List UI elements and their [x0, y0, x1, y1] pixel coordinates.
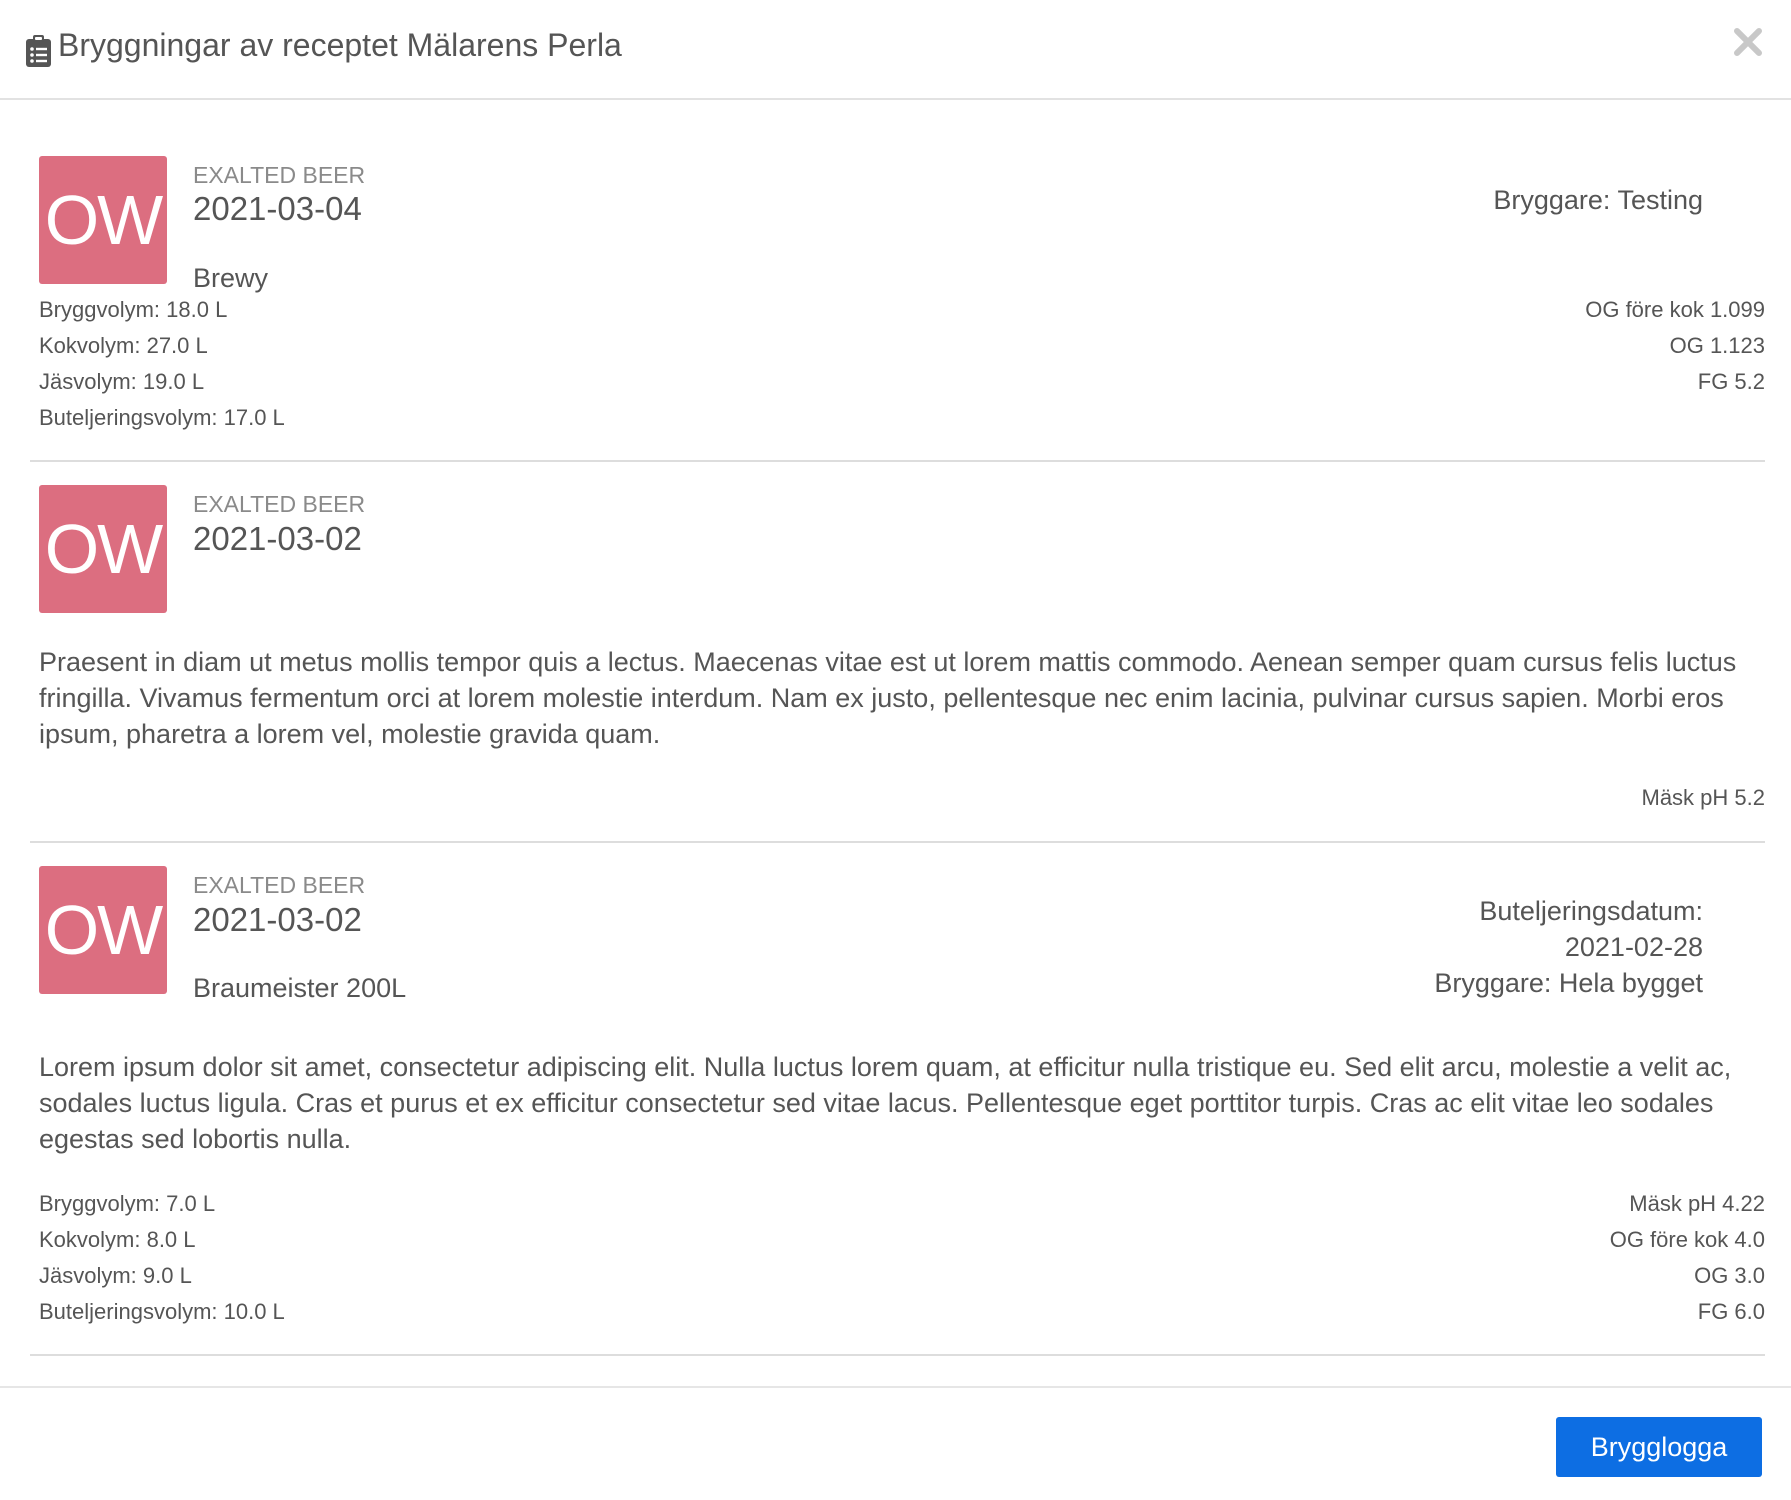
stat-mash-ph: Mäsk pH 4.22 — [1629, 1191, 1765, 1216]
stat-boil-volume: Kokvolym: 8.0 L — [39, 1227, 196, 1252]
brew-equipment: Brewy — [193, 263, 269, 293]
stat-ferment-volume: Jäsvolym: 19.0 L — [39, 369, 205, 394]
brewer-info: Buteljeringsdatum: 2021-02-28 Bryggare: … — [1434, 893, 1703, 1001]
stat-fg: FG 6.0 — [1697, 1299, 1765, 1324]
brewery-name: EXALTED BEER — [193, 491, 366, 517]
stat-mash-ph: Mäsk pH 5.2 — [1641, 785, 1766, 810]
modal-title: Bryggningar av receptet Mälarens Perla — [58, 27, 622, 63]
stat-brew-volume: Bryggvolym: 18.0 L — [39, 297, 228, 322]
gravity-stats: Mäsk pH 4.22 OG före kok 4.0 OG 3.0 FG 6… — [1610, 1186, 1765, 1330]
close-icon[interactable] — [1730, 24, 1766, 60]
brew-note: Lorem ipsum dolor sit amet, consectetur … — [39, 1052, 1732, 1154]
stat-og: OG 1.123 — [1669, 333, 1765, 358]
clipboard-list-icon — [26, 35, 51, 67]
brew-date: 2021-03-02 — [193, 901, 362, 938]
modal-header: Bryggningar av receptet Mälarens Perla — [0, 0, 1791, 100]
gravity-stats: Mäsk pH 5.2 — [1642, 780, 1766, 816]
stat-ferment-volume: Jäsvolym: 9.0 L — [39, 1263, 192, 1288]
brewer-name: Bryggare: Testing — [1493, 185, 1703, 215]
footer-divider — [0, 1386, 1791, 1388]
stat-og-pre-boil: OG före kok 4.0 — [1609, 1227, 1765, 1252]
brewer-avatar: OW — [39, 156, 167, 284]
brew-card[interactable]: OW EXALTED BEER 2021-03-02 Praesent in d… — [30, 462, 1765, 843]
stat-og-pre-boil: OG före kok 1.099 — [1585, 297, 1765, 322]
brew-date: 2021-03-04 — [193, 190, 362, 227]
brewer-info: Bryggare: Testing — [1493, 182, 1703, 218]
brew-date: 2021-03-02 — [193, 520, 362, 557]
brewer-avatar: OW — [39, 866, 167, 994]
stat-boil-volume: Kokvolym: 27.0 L — [39, 333, 208, 358]
stat-bottling-volume: Buteljeringsvolym: 10.0 L — [39, 1299, 285, 1324]
avatar-initials: OW — [44, 891, 164, 969]
bottling-date-label: Buteljeringsdatum: — [1479, 896, 1703, 926]
avatar-initials: OW — [44, 510, 164, 588]
brew-card[interactable]: OW EXALTED BEER 2021-03-02 Braumeister 2… — [30, 843, 1765, 1356]
brew-equipment: Braumeister 200L — [193, 973, 407, 1003]
brewer-name: Bryggare: Hela bygget — [1434, 968, 1703, 998]
bottling-date: 2021-02-28 — [1564, 932, 1703, 962]
stat-fg: FG 5.2 — [1697, 369, 1765, 394]
brew-note: Praesent in diam ut metus mollis tempor … — [39, 647, 1737, 749]
brewery-name: EXALTED BEER — [193, 872, 366, 898]
stat-bottling-volume: Buteljeringsvolym: 17.0 L — [39, 405, 285, 430]
brew-log-button[interactable]: Brygglogga — [1556, 1417, 1762, 1477]
brewer-avatar: OW — [39, 485, 167, 613]
volume-stats: Bryggvolym: 18.0 L Kokvolym: 27.0 L Jäsv… — [39, 292, 285, 436]
brewery-name: EXALTED BEER — [193, 162, 366, 188]
avatar-initials: OW — [44, 181, 164, 259]
stat-brew-volume: Bryggvolym: 7.0 L — [39, 1191, 216, 1216]
gravity-stats: OG före kok 1.099 OG 1.123 FG 5.2 — [1585, 292, 1765, 400]
brew-card[interactable]: OW EXALTED BEER 2021-03-04 Brewy Bryggar… — [30, 140, 1765, 462]
stat-og: OG 3.0 — [1694, 1263, 1765, 1288]
volume-stats: Bryggvolym: 7.0 L Kokvolym: 8.0 L Jäsvol… — [39, 1186, 285, 1330]
